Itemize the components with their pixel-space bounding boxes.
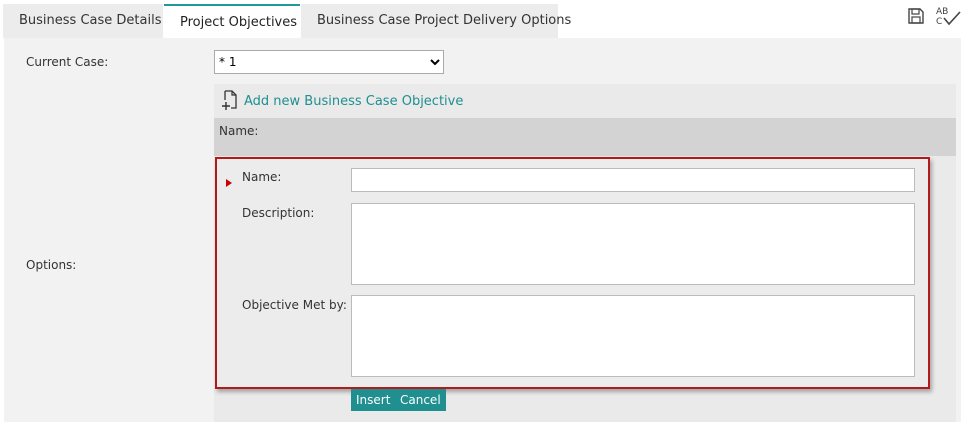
current-case-select[interactable]: * 1 (214, 50, 444, 74)
save-icon[interactable] (906, 6, 926, 29)
add-document-icon (220, 89, 240, 114)
current-case-label: Current Case: (26, 55, 109, 69)
insert-button[interactable]: Insert (351, 389, 396, 411)
objective-met-label: Objective Met by: (242, 298, 347, 312)
tab-business-case-details[interactable]: Business Case Details (3, 4, 163, 38)
objective-insert-form: Name: Description: Objective Met by: (215, 157, 930, 389)
grid-column-name: Name: (219, 124, 259, 138)
tab-business-case-project-delivery-options[interactable]: Business Case Project Delivery Options (301, 4, 571, 38)
grid-header: Name: (214, 118, 956, 156)
add-objective-link[interactable]: Add new Business Case Objective (220, 88, 463, 114)
description-input[interactable] (351, 203, 915, 285)
description-label: Description: (242, 206, 315, 220)
options-label: Options: (26, 258, 77, 272)
objective-met-input[interactable] (351, 295, 915, 377)
required-marker-icon (226, 179, 232, 187)
tab-bar: Business Case Details Project Objectives… (0, 0, 961, 38)
svg-text:AB: AB (936, 7, 948, 17)
spellcheck-icon[interactable]: AB C (934, 4, 961, 31)
cancel-button[interactable]: Cancel (395, 389, 446, 411)
svg-text:C: C (936, 17, 942, 27)
add-objective-label: Add new Business Case Objective (244, 93, 464, 109)
name-input[interactable] (351, 168, 915, 192)
name-label: Name: (242, 170, 282, 184)
tab-project-objectives[interactable]: Project Objectives (164, 4, 300, 38)
